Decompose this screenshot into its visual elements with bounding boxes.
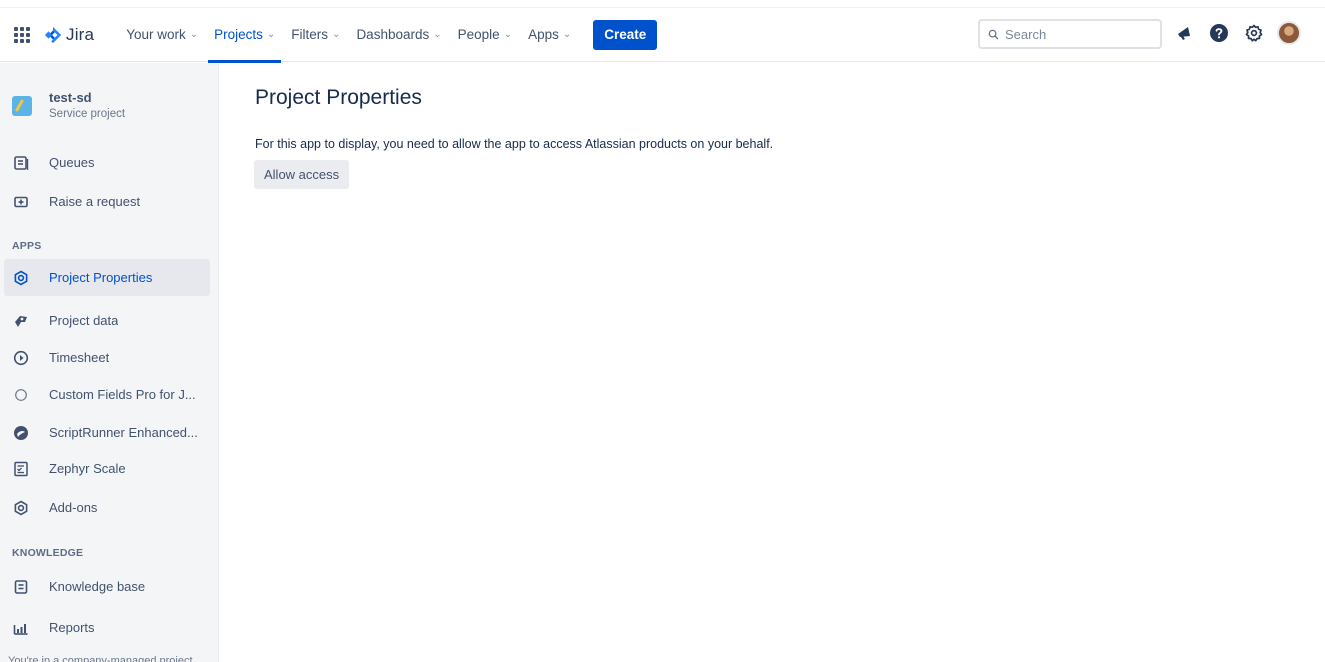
megaphone-icon bbox=[1178, 27, 1190, 40]
sidebar-item-queues[interactable]: Queues bbox=[4, 144, 210, 181]
project-data-icon bbox=[12, 312, 30, 330]
sidebar-item-label: Timesheet bbox=[49, 350, 110, 365]
create-button[interactable]: Create bbox=[593, 19, 658, 50]
apps-section-heading: APPS bbox=[12, 240, 42, 252]
nav-label: Filters bbox=[291, 27, 329, 42]
custom-fields-icon bbox=[12, 386, 30, 404]
nav-your-work[interactable]: Your work ⌄ bbox=[118, 8, 206, 62]
logo-text: Jira bbox=[66, 24, 95, 44]
sidebar-item-label: Queues bbox=[49, 155, 95, 170]
notifications-icon[interactable] bbox=[1172, 21, 1196, 45]
nav-projects[interactable]: Projects ⌄ bbox=[206, 8, 283, 63]
sidebar-item-timesheet[interactable]: Timesheet bbox=[4, 339, 210, 376]
chevron-down-icon: ⌄ bbox=[266, 29, 276, 40]
help-icon[interactable] bbox=[1207, 21, 1231, 45]
sidebar-item-project-data[interactable]: Project data bbox=[4, 302, 210, 339]
project-name: test-sd bbox=[49, 90, 92, 105]
chevron-down-icon: ⌄ bbox=[332, 29, 341, 40]
zephyr-icon bbox=[12, 460, 30, 478]
nav-label: Your work bbox=[126, 27, 186, 42]
primary-nav: Your work ⌄ Projects ⌄ Filters ⌄ Dashboards… bbox=[118, 8, 579, 63]
top-navigation: Jira Your work ⌄ Projects ⌄ Filters ⌄ Dashb… bbox=[0, 8, 1325, 63]
nav-label: Projects bbox=[214, 27, 263, 42]
jira-logo[interactable]: Jira bbox=[44, 25, 94, 45]
addons-icon bbox=[12, 499, 30, 517]
sidebar-item-label: Raise a request bbox=[49, 194, 141, 209]
settings-icon[interactable] bbox=[1242, 21, 1266, 45]
page-title: Project Properties bbox=[255, 86, 422, 109]
allow-access-button[interactable]: Allow access bbox=[254, 160, 350, 189]
question-icon bbox=[1210, 24, 1228, 42]
nav-label: People bbox=[457, 27, 500, 42]
queues-icon bbox=[12, 154, 30, 172]
nav-filters[interactable]: Filters ⌄ bbox=[283, 8, 348, 62]
project-header[interactable]: test-sd Service project bbox=[12, 90, 125, 122]
chevron-down-icon: ⌄ bbox=[433, 29, 442, 40]
knowledge-section-heading: KNOWLEDGE bbox=[12, 547, 84, 559]
sidebar-item-label: Project Properties bbox=[49, 270, 153, 285]
sidebar-item-zephyr-scale[interactable]: Zephyr Scale bbox=[4, 450, 210, 487]
profile-avatar[interactable] bbox=[1277, 21, 1301, 45]
chevron-down-icon: ⌄ bbox=[562, 29, 572, 40]
nav-apps[interactable]: Apps ⌄ bbox=[520, 8, 579, 62]
search-icon bbox=[988, 29, 999, 40]
jira-logo-icon bbox=[44, 26, 62, 43]
nav-label: Dashboards bbox=[356, 27, 430, 42]
project-properties-icon bbox=[12, 269, 30, 287]
sidebar-item-label: Zephyr Scale bbox=[49, 461, 126, 476]
raise-request-icon bbox=[12, 193, 30, 211]
sidebar-item-raise-request[interactable]: Raise a request bbox=[4, 183, 210, 220]
knowledge-base-icon bbox=[12, 578, 30, 596]
timesheet-icon bbox=[12, 349, 30, 367]
sidebar-item-label: ScriptRunner Enhanced... bbox=[49, 425, 198, 440]
sidebar-footer-text: You're in a company-managed project bbox=[8, 655, 193, 662]
app-switcher-icon[interactable] bbox=[14, 26, 30, 43]
search-box[interactable] bbox=[978, 19, 1162, 49]
project-sidebar: test-sd Service project Queues Raise a r… bbox=[0, 63, 219, 662]
nav-dashboards[interactable]: Dashboards ⌄ bbox=[348, 8, 449, 62]
reports-icon bbox=[12, 619, 30, 637]
chevron-down-icon: ⌄ bbox=[503, 29, 513, 40]
header-actions bbox=[1172, 21, 1301, 45]
sidebar-item-reports[interactable]: Reports bbox=[4, 609, 210, 646]
access-message: For this app to display, you need to all… bbox=[255, 137, 774, 151]
sidebar-item-label: Project data bbox=[49, 313, 119, 328]
gear-icon bbox=[1245, 24, 1263, 42]
project-avatar-icon bbox=[12, 96, 32, 116]
nav-people[interactable]: People ⌄ bbox=[450, 8, 520, 62]
sidebar-item-label: Reports bbox=[49, 620, 95, 635]
sidebar-item-knowledge-base[interactable]: Knowledge base bbox=[4, 568, 210, 605]
sidebar-item-add-ons[interactable]: Add-ons bbox=[4, 489, 210, 526]
sidebar-item-label: Add-ons bbox=[49, 500, 98, 515]
sidebar-item-label: Custom Fields Pro for J... bbox=[49, 387, 196, 402]
chevron-down-icon: ⌄ bbox=[189, 29, 199, 40]
main-content: Project Properties For this app to displ… bbox=[219, 63, 1325, 662]
sidebar-item-scriptrunner[interactable]: ScriptRunner Enhanced... bbox=[4, 414, 210, 451]
nav-label: Apps bbox=[528, 27, 559, 42]
sidebar-item-custom-fields-pro[interactable]: Custom Fields Pro for J... bbox=[4, 376, 210, 413]
project-type: Service project bbox=[49, 108, 126, 120]
search-input[interactable] bbox=[1005, 26, 1155, 42]
sidebar-item-label: Knowledge base bbox=[49, 579, 146, 594]
scriptrunner-icon bbox=[12, 424, 30, 442]
sidebar-item-project-properties[interactable]: Project Properties bbox=[4, 259, 210, 296]
